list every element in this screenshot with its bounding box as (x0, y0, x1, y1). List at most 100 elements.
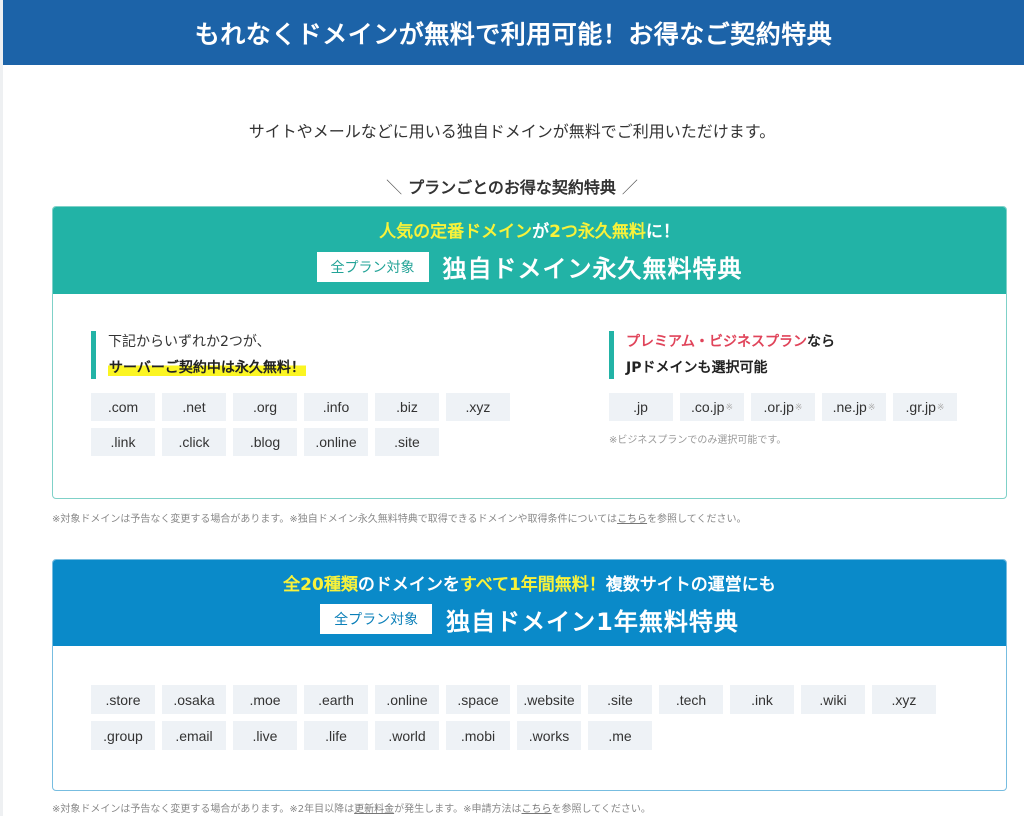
domain-chip: .gr.jp ※ (893, 393, 957, 421)
standard-domains-column: 下記からいずれか2つが、 サーバーご契約中は永久無料！ .com .net .org… (91, 331, 521, 463)
jp-note: ※ビジネスプランでのみ選択可能です。 (609, 435, 787, 446)
domain-name: .email (175, 727, 213, 744)
domain-chip: .store (91, 685, 155, 714)
domain-name: .ink (751, 691, 773, 708)
banner-title: もれなくドメインが無料で利用可能！お得なご契約特典 (194, 19, 833, 49)
domain-name: .org (252, 399, 278, 415)
domain-chip: .live (233, 721, 297, 750)
callout: 下記からいずれか2つが、 サーバーご契約中は永久無料！ (91, 331, 521, 379)
callout-line2: サーバーご契約中は永久無料！ (108, 357, 521, 379)
domain-name: .xyz (891, 691, 917, 708)
domain-chip-list: .store .osaka .moe .earth .online .space .webs… (91, 685, 971, 757)
domain-name: .earth (318, 691, 354, 708)
domain-name: .link (110, 434, 136, 450)
domain-chip: .ne.jp ※ (822, 393, 886, 421)
domain-chip: .xyz (446, 393, 510, 421)
domain-name: .online (386, 691, 428, 708)
card-headline: 全20種類のドメインをすべて1年間無料！複数サイトの運営にも (283, 570, 776, 595)
domain-chip: .ink (730, 685, 794, 714)
domain-name: .me (608, 727, 632, 744)
permanent-free-domain-card: 人気の定番ドメインが2つ永久無料に！ 全プラン対象 独自ドメイン永久無料特典 下… (52, 206, 1007, 499)
card-header: 人気の定番ドメインが2つ永久無料に！ 全プラン対象 独自ドメイン永久無料特典 (53, 207, 1006, 294)
renewal-fee-link[interactable]: 更新料金 (354, 804, 394, 815)
domain-chip: .org (233, 393, 297, 421)
subheading-text: プランごとのお得な契約特典 (408, 178, 616, 197)
domain-name: .life (325, 727, 347, 744)
domain-name: .net (182, 399, 206, 415)
card2-footnote: ※対象ドメインは予告なく変更する場合があります。※2年目以降は更新料金が発生しま… (52, 800, 651, 815)
note-mark: ※ (936, 401, 945, 412)
card-title-row: 全プラン対象 独自ドメイン1年無料特典 (320, 602, 739, 637)
headline-highlight: すべて1年間無料！ (459, 574, 606, 595)
callout-line2: JPドメインも選択可能 (626, 360, 768, 376)
card1-footnote: ※対象ドメインは予告なく変更する場合があります。※独自ドメイン永久無料特典で取得… (52, 510, 746, 525)
domain-name: .tech (675, 691, 707, 708)
domain-name: .works (528, 727, 570, 744)
domain-chip: .site (588, 685, 652, 714)
card-title-row: 全プラン対象 独自ドメイン永久無料特典 (316, 249, 743, 284)
note-mark: ※ (867, 401, 876, 412)
domain-name: .wiki (819, 691, 847, 708)
domain-chip: .site (375, 428, 439, 456)
domain-name: .website (523, 691, 575, 708)
domain-chip: .xyz (872, 685, 936, 714)
plan-badge: 全プラン対象 (316, 251, 429, 282)
marker-text: サーバーご契約中は永久無料！ (108, 360, 306, 376)
plan-name-highlight: プレミアム・ビジネスプラン (626, 334, 808, 350)
domain-name: .ne.jp (832, 399, 867, 415)
callout-line1: 下記からいずれか2つが、 (108, 334, 271, 350)
domain-chip: .website (517, 685, 581, 714)
headline-text: が (532, 222, 550, 242)
card-title: 独自ドメイン永久無料特典 (442, 255, 743, 283)
slash-left: ＼ (386, 178, 403, 197)
domain-chip: .com (91, 393, 155, 421)
callout-line1: プレミアム・ビジネスプランなら (626, 331, 989, 353)
callout: プレミアム・ビジネスプランなら JPドメインも選択可能 (609, 331, 989, 379)
domain-chip: .blog (233, 428, 297, 456)
domain-name: .live (252, 727, 278, 744)
details-link[interactable]: こちら (617, 514, 647, 525)
one-year-free-domain-card: 全20種類のドメインをすべて1年間無料！複数サイトの運営にも 全プラン対象 独自… (52, 559, 1007, 791)
top-banner: もれなくドメインが無料で利用可能！お得なご契約特典 (3, 0, 1024, 65)
slash-right: ／ (621, 178, 638, 197)
domain-chip: .co.jp ※ (680, 393, 744, 421)
jp-domains-column: プレミアム・ビジネスプランなら JPドメインも選択可能 .jp .co.jp ※ .o… (609, 331, 989, 446)
footnote-text: を参照してください。 (551, 804, 651, 815)
domain-chip: .mobi (446, 721, 510, 750)
domain-chip: .wiki (801, 685, 865, 714)
domain-name: .moe (249, 691, 281, 708)
headline-highlight: 人気の定番ドメイン (379, 222, 533, 242)
headline-highlight: 2つ永久無料 (549, 222, 646, 242)
domain-name: .space (457, 691, 499, 708)
domain-chip: .tech (659, 685, 723, 714)
headline-highlight: 全20種類 (283, 574, 358, 595)
domain-chip: .email (162, 721, 226, 750)
domain-chip: .me (588, 721, 652, 750)
footnote-text: を参照してください。 (647, 514, 747, 525)
domain-name: .click (178, 434, 210, 450)
footnote-text: が発生します。※申請方法は (394, 804, 522, 815)
plan-badge: 全プラン対象 (320, 604, 433, 634)
domain-name: .osaka (173, 691, 215, 708)
card-header: 全20種類のドメインをすべて1年間無料！複数サイトの運営にも 全プラン対象 独自… (53, 560, 1006, 646)
domain-chip: .world (375, 721, 439, 750)
domain-name: .biz (396, 399, 418, 415)
domain-chip: .group (91, 721, 155, 750)
note-mark: ※ (725, 401, 733, 412)
domain-chip: .jp (609, 393, 673, 421)
footnote-text: ※対象ドメインは予告なく変更する場合があります。※独自ドメイン永久無料特典で取得… (52, 514, 618, 525)
application-method-link[interactable]: こちら (522, 804, 552, 815)
domain-chip: .moe (233, 685, 297, 714)
domain-name: .site (394, 434, 420, 450)
domain-chip: .biz (375, 393, 439, 421)
jp-domain-chip-list: .jp .co.jp ※ .or.jp ※ .ne.jp ※ .gr.jp ※ (609, 393, 989, 428)
domain-name: .xyz (465, 399, 491, 415)
domain-name: .store (105, 691, 141, 708)
domain-chip: .works (517, 721, 581, 750)
intro-text: サイトやメールなどに用いる独自ドメインが無料でご利用いただけます。 (248, 122, 776, 141)
headline-text: 複数サイトの運営にも (605, 574, 776, 595)
domain-name: .blog (249, 434, 281, 450)
domain-chip: .osaka (162, 685, 226, 714)
section-subheading: ＼ プランごとのお得な契約特典 ／ (0, 174, 1024, 198)
domain-chip: .space (446, 685, 510, 714)
